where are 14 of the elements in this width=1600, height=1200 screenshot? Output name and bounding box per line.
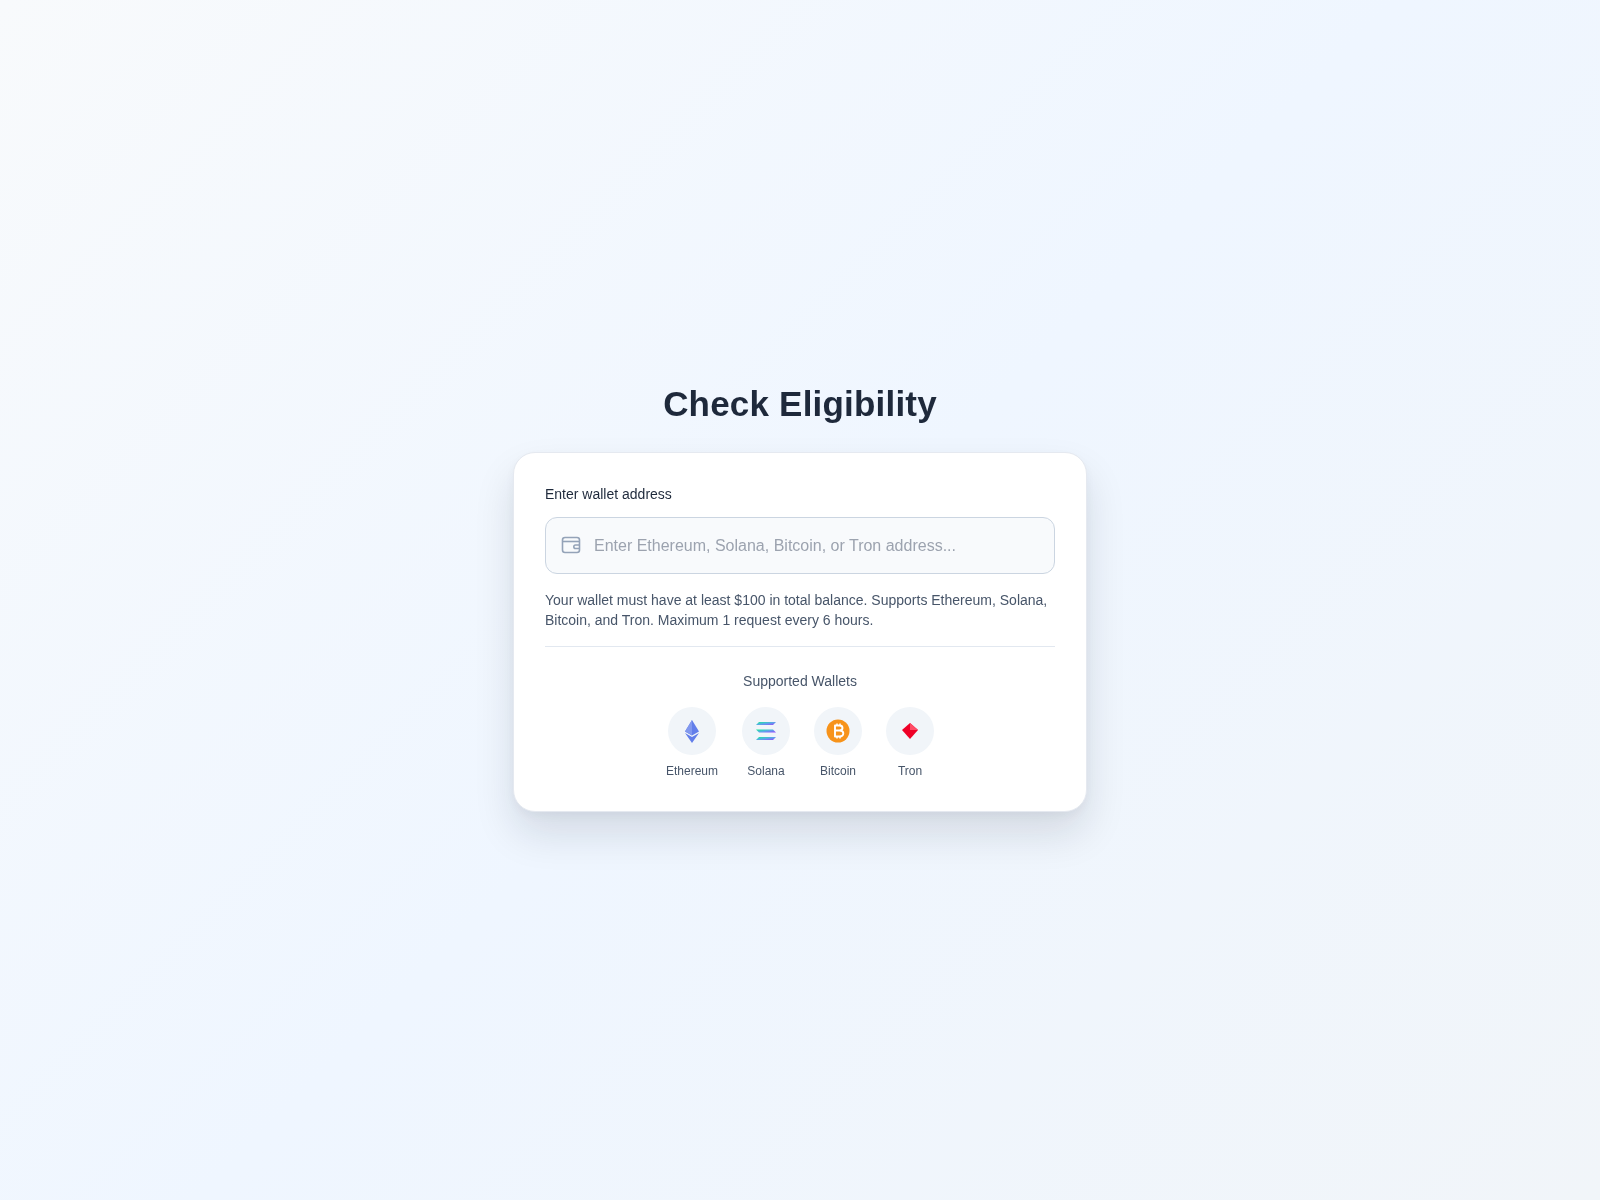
help-text: Your wallet must have at least $100 in total balance. Supports Ethereum, Solana, Bitcoin, and Tron. Maximum 1 request every 6 hours.: [545, 591, 1049, 630]
gem-coin-icon: [886, 707, 934, 755]
bitcoin-coin-icon: [814, 707, 862, 755]
stripes-coin-icon: [742, 707, 790, 755]
wallet-name: Ethereum: [666, 764, 718, 778]
wallet-address-input[interactable]: Enter Ethereum, Solana, Bitcoin, or Tron address...: [545, 517, 1055, 574]
field-label: Enter wallet address: [545, 486, 673, 502]
page-title: Check Eligibility: [663, 384, 937, 424]
wallet-icon: [561, 535, 581, 555]
diamond-coin-icon: [668, 707, 716, 755]
section-heading: Supported Wallets: [742, 673, 858, 689]
wallet-name: Bitcoin: [820, 764, 857, 778]
wallet-name: Tron: [897, 764, 923, 778]
wallet-name: Solana: [747, 764, 785, 778]
